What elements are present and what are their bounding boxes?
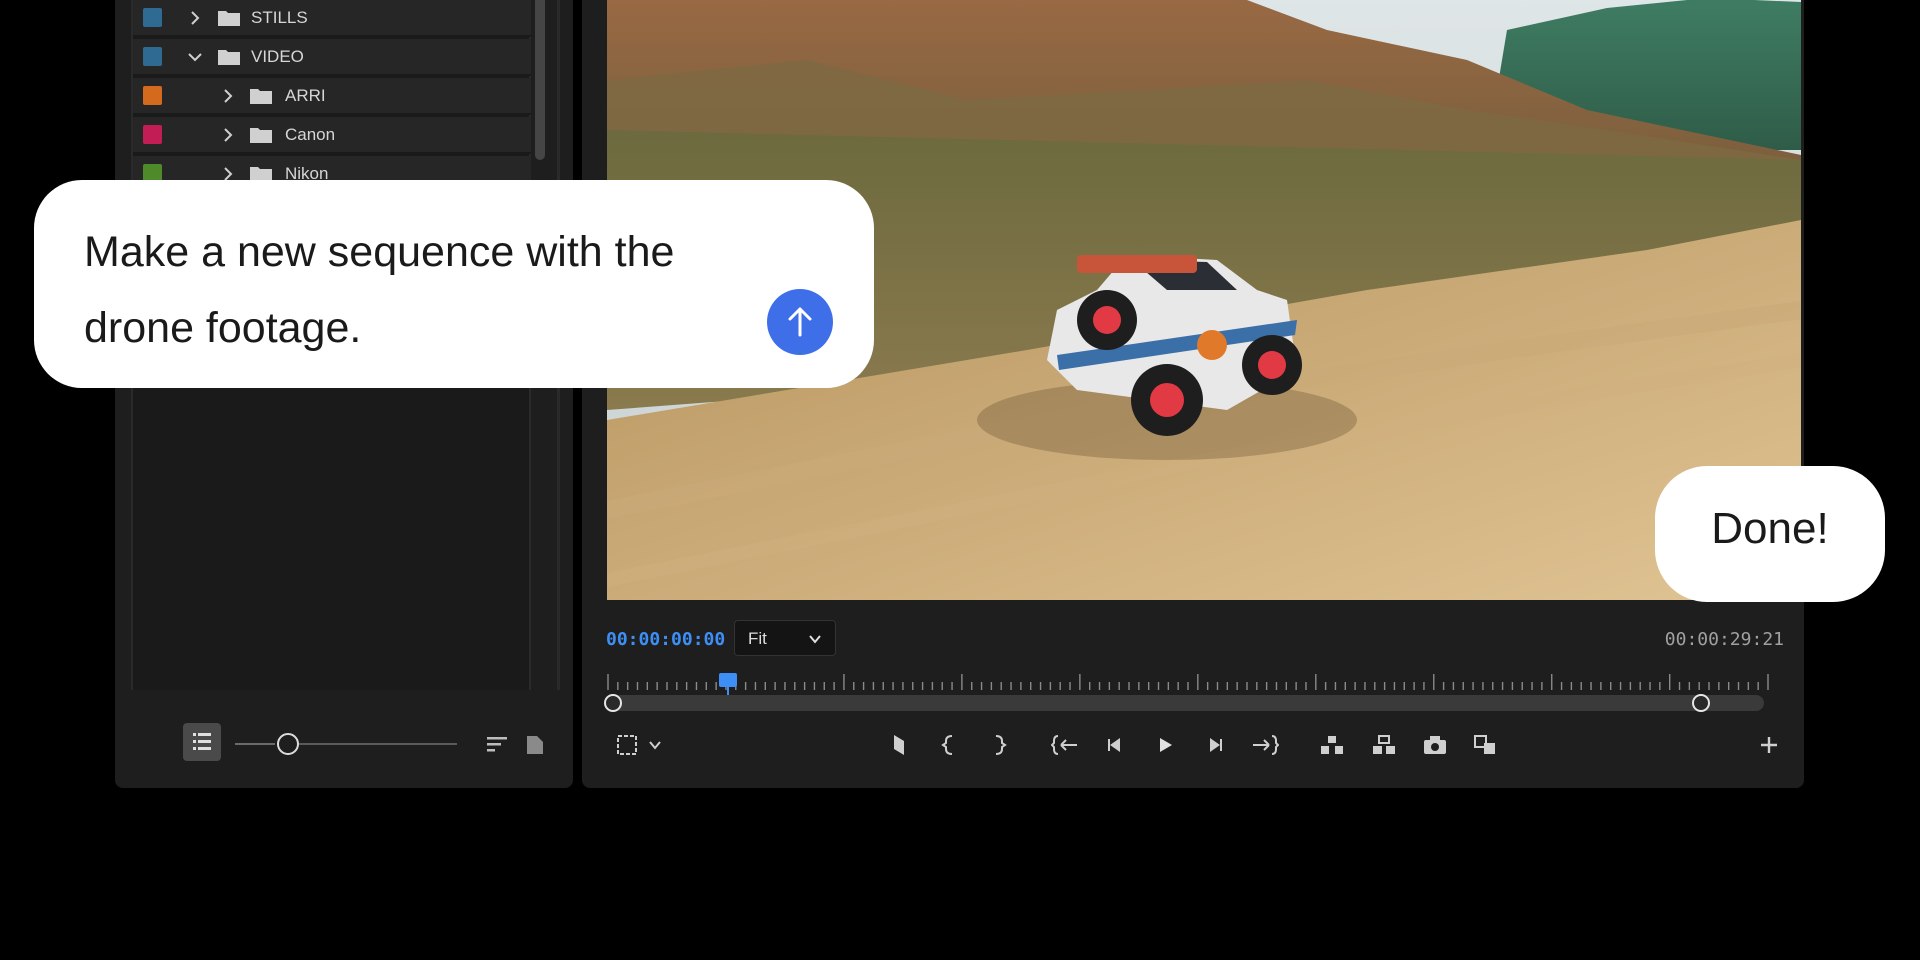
playhead-line (727, 685, 729, 695)
chevron-right-icon[interactable] (188, 10, 202, 25)
go-to-in-button[interactable] (1050, 730, 1080, 760)
bin-row-video[interactable]: VIDEO (133, 39, 531, 76)
go-to-in-icon (1051, 735, 1077, 755)
play-button[interactable] (1150, 730, 1180, 760)
list-view-button[interactable] (183, 723, 221, 761)
project-panel: STILLS VIDEO ARRI Canon Nikon (115, 0, 573, 788)
label-color-swatch[interactable] (143, 125, 162, 144)
add-marker-icon (894, 735, 904, 755)
transport-controls (582, 730, 1804, 766)
list-view-icon (193, 733, 211, 750)
chevron-right-icon[interactable] (221, 127, 235, 142)
settings-dropdown-button[interactable] (640, 730, 670, 760)
bin-row-arri[interactable]: ARRI (133, 78, 531, 115)
new-bin-icon[interactable] (525, 732, 545, 756)
go-to-out-button[interactable] (1250, 730, 1280, 760)
bin-row-canon[interactable]: Canon (133, 117, 531, 154)
zoom-scroll-bar[interactable] (612, 695, 1764, 711)
plus-icon (1761, 737, 1777, 753)
program-monitor: 00:00:00:00 Fit 00:00:29:21 (582, 0, 1804, 788)
reply-bubble: Done! (1655, 466, 1885, 602)
add-marker-button[interactable] (884, 730, 914, 760)
mark-out-icon (995, 735, 1007, 755)
zoom-slider-thumb[interactable] (277, 733, 299, 755)
duration-timecode: 00:00:29:21 (1664, 629, 1784, 650)
range-end-handle[interactable] (1692, 694, 1710, 712)
extract-button[interactable] (1369, 730, 1399, 760)
chevron-down-icon (809, 635, 821, 644)
safe-margins-button[interactable] (612, 730, 642, 760)
bin-label: Canon (285, 124, 336, 144)
zoom-slider-track[interactable] (235, 743, 275, 745)
chevron-down-icon (649, 741, 661, 750)
step-forward-icon (1210, 738, 1222, 752)
zoom-slider-track[interactable] (299, 743, 457, 745)
bin-label: VIDEO (251, 46, 304, 66)
chevron-right-icon[interactable] (221, 88, 235, 103)
arrow-up-icon (788, 307, 812, 337)
safe-margins-icon (617, 735, 637, 755)
bin-list-scrollbar[interactable] (535, 0, 545, 160)
export-frame-button[interactable] (1420, 730, 1450, 760)
current-timecode[interactable]: 00:00:00:00 (606, 629, 725, 650)
bin-label: STILLS (251, 7, 308, 27)
folder-icon (250, 88, 272, 104)
comparison-view-button[interactable] (1470, 730, 1500, 760)
chevron-right-icon[interactable] (221, 166, 235, 181)
sort-icon[interactable] (485, 732, 509, 756)
folder-icon (250, 127, 272, 143)
mark-in-icon (941, 735, 953, 755)
label-color-swatch[interactable] (143, 86, 162, 105)
mark-in-button[interactable] (934, 730, 964, 760)
extract-icon (1373, 735, 1395, 754)
fit-select-value: Fit (748, 629, 767, 648)
time-ruler[interactable] (606, 674, 1770, 690)
lift-icon (1321, 736, 1343, 754)
folder-icon (218, 10, 240, 26)
mark-out-button[interactable] (984, 730, 1014, 760)
send-button[interactable] (767, 289, 833, 355)
prompt-message: Make a new sequence with the drone foota… (84, 228, 675, 352)
label-color-swatch[interactable] (143, 8, 162, 27)
step-forward-button[interactable] (1200, 730, 1230, 760)
camera-icon (1424, 736, 1446, 754)
project-panel-footer (115, 720, 573, 770)
label-color-swatch[interactable] (143, 47, 162, 66)
comparison-view-icon (1474, 735, 1495, 754)
play-icon (1160, 738, 1172, 752)
bin-row-stills[interactable]: STILLS (133, 0, 531, 37)
bin-label: ARRI (285, 85, 326, 105)
folder-icon (218, 49, 240, 65)
range-start-handle[interactable] (604, 694, 622, 712)
prompt-bubble: Make a new sequence with the drone foota… (34, 180, 874, 388)
button-editor-button[interactable] (1754, 730, 1784, 760)
go-to-out-icon (1253, 735, 1279, 755)
reply-message: Done! (1711, 504, 1829, 553)
chevron-down-icon[interactable] (188, 50, 202, 64)
step-back-icon (1108, 738, 1120, 752)
zoom-fit-select[interactable]: Fit (734, 620, 836, 656)
lift-button[interactable] (1317, 730, 1347, 760)
step-back-button[interactable] (1100, 730, 1130, 760)
